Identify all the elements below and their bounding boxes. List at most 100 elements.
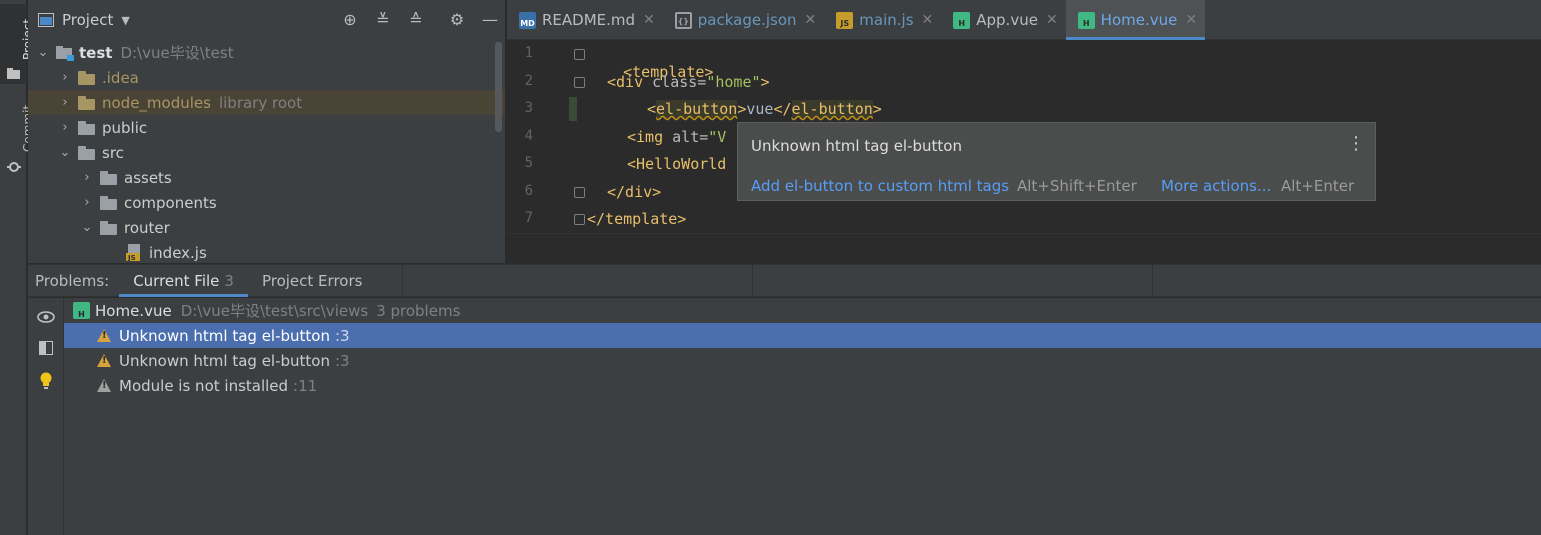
problem-line: :3 xyxy=(334,351,350,370)
project-scrollbar[interactable] xyxy=(495,42,502,132)
problem-line: :3 xyxy=(334,326,350,345)
tree-item-test[interactable]: ⌄ test D:\vue毕设\test xyxy=(28,40,505,65)
project-tool-tab[interactable]: Project xyxy=(0,4,35,84)
code-token: vue xyxy=(746,100,774,118)
tree-item-components[interactable]: › components xyxy=(28,190,505,215)
close-icon[interactable]: ✕ xyxy=(643,12,655,28)
chevron-down-icon[interactable]: ⌄ xyxy=(58,145,72,160)
code-token: "home" xyxy=(706,73,761,91)
gear-icon[interactable]: ⚙ xyxy=(447,10,467,30)
code-token: < xyxy=(647,100,657,118)
code-token: class= xyxy=(652,73,707,91)
tree-item-label: test xyxy=(79,43,113,62)
project-panel: Project ▼ ⊕ ≚ ≙ ⚙ — ⌄ test D:\vue毕设\test… xyxy=(28,0,506,263)
tree-item-src[interactable]: ⌄ src xyxy=(28,140,505,165)
tree-item-idea[interactable]: › .idea xyxy=(28,65,505,90)
tab-main-js[interactable]: JS main.js ✕ xyxy=(824,0,941,40)
tree-item-label: router xyxy=(124,218,170,237)
chevron-right-icon[interactable]: › xyxy=(80,195,94,210)
collapse-all-icon[interactable]: ≙ xyxy=(406,10,426,30)
tab-package-json[interactable]: {} package.json ✕ xyxy=(663,0,825,40)
tree-item-hint: D:\vue毕设\test xyxy=(120,44,234,62)
chevron-right-icon[interactable]: › xyxy=(58,120,72,135)
fold-icon[interactable] xyxy=(574,214,585,225)
code-token: alt= xyxy=(672,128,709,146)
lightbulb-icon[interactable] xyxy=(35,370,57,392)
code-token: > xyxy=(760,73,770,91)
problem-row[interactable]: Unknown html tag el-button :3 xyxy=(64,348,1541,373)
folder-icon xyxy=(78,145,96,160)
locate-icon[interactable]: ⊕ xyxy=(340,10,360,30)
chevron-down-icon[interactable]: ⌄ xyxy=(80,220,94,235)
tab-label: main.js xyxy=(859,11,914,29)
expand-all-icon[interactable]: ≚ xyxy=(373,10,393,30)
problem-file-path: D:\vue毕设\test\src\views xyxy=(180,302,369,320)
tree-item-hint: library root xyxy=(218,93,303,112)
commit-icon xyxy=(7,162,21,172)
tab-app-vue[interactable]: H App.vue ✕ xyxy=(941,0,1065,40)
tree-item-node-modules[interactable]: › node_modules library root xyxy=(28,90,505,115)
change-marker[interactable] xyxy=(569,97,577,121)
unknown-tag-token[interactable]: el-button xyxy=(656,100,738,118)
close-icon[interactable]: ✕ xyxy=(805,12,817,28)
line-number: 3 xyxy=(524,100,533,116)
chevron-right-icon[interactable]: › xyxy=(80,170,94,185)
tab-current-file[interactable]: Current File 3 xyxy=(119,265,248,297)
json-file-icon: {} xyxy=(674,11,692,29)
code-token: </ xyxy=(773,100,792,118)
commit-tool-tab[interactable]: Commit xyxy=(0,96,35,176)
line-number: 1 xyxy=(524,45,533,61)
fix-shortcut: Alt+Shift+Enter xyxy=(1017,177,1137,195)
problem-row[interactable]: Unknown html tag el-button :3 xyxy=(64,323,1541,348)
warning-icon xyxy=(97,329,111,342)
close-icon[interactable]: ✕ xyxy=(1185,12,1197,28)
code-token: > xyxy=(872,100,882,118)
fold-icon[interactable] xyxy=(574,49,585,60)
chevron-right-icon[interactable]: › xyxy=(58,70,72,85)
tree-item-label: node_modules xyxy=(102,93,211,112)
fold-icon[interactable] xyxy=(574,77,585,88)
weak-warning-icon xyxy=(97,379,111,392)
chevron-down-icon[interactable]: ▼ xyxy=(121,14,129,27)
vue-file-icon: H xyxy=(1077,11,1095,29)
code-line-3: <el-button>vue</el-button> xyxy=(647,100,882,118)
problems-title: Problems: xyxy=(35,271,110,290)
svg-text:JS: JS xyxy=(127,254,136,261)
add-custom-tag-link[interactable]: Add el-button to custom html tags xyxy=(751,177,1009,195)
fold-icon[interactable] xyxy=(574,187,585,198)
tab-project-errors[interactable]: Project Errors xyxy=(248,265,376,297)
close-icon[interactable]: ✕ xyxy=(922,12,934,28)
project-panel-title[interactable]: Project xyxy=(62,11,113,29)
chevron-right-icon[interactable]: › xyxy=(58,95,72,110)
tree-item-index-js[interactable]: JS index.js xyxy=(28,240,505,263)
problems-toolbar xyxy=(28,298,64,535)
line-number: 5 xyxy=(524,155,533,171)
preview-panel-icon[interactable] xyxy=(35,337,57,359)
close-icon[interactable]: ✕ xyxy=(1046,12,1058,28)
tree-item-assets[interactable]: › assets xyxy=(28,165,505,190)
tab-readme-md[interactable]: MD README.md ✕ xyxy=(507,0,663,40)
more-options-icon[interactable]: ⋮ xyxy=(1347,135,1365,153)
project-panel-header: Project ▼ ⊕ ≚ ≙ ⚙ — xyxy=(28,0,505,40)
tab-home-vue[interactable]: H Home.vue ✕ xyxy=(1065,0,1206,40)
vue-file-icon: H xyxy=(73,302,90,319)
tree-item-label: public xyxy=(102,118,148,137)
code-line-5: <HelloWorld xyxy=(627,155,726,173)
eye-icon[interactable] xyxy=(35,306,57,328)
line-number: 4 xyxy=(524,128,533,144)
tree-item-public[interactable]: › public xyxy=(28,115,505,140)
chevron-down-icon[interactable]: ⌄ xyxy=(36,45,50,60)
tree-item-label: assets xyxy=(124,168,172,187)
code-line-2: <div class="home"> xyxy=(607,73,770,91)
folder-icon xyxy=(100,195,118,210)
more-actions-link[interactable]: More actions... xyxy=(1161,177,1271,195)
problem-file-row[interactable]: H Home.vue D:\vue毕设\test\src\views 3 pro… xyxy=(64,298,1541,323)
code-token: <div xyxy=(607,73,653,91)
tab-label: package.json xyxy=(697,11,797,29)
problem-row[interactable]: Module is not installed :11 xyxy=(64,373,1541,398)
problem-text: Module is not installed xyxy=(119,376,289,395)
tab-label: Home.vue xyxy=(1100,11,1178,29)
minimize-icon[interactable]: — xyxy=(480,10,500,30)
unknown-tag-token[interactable]: el-button xyxy=(791,100,873,118)
tree-item-router[interactable]: ⌄ router xyxy=(28,215,505,240)
